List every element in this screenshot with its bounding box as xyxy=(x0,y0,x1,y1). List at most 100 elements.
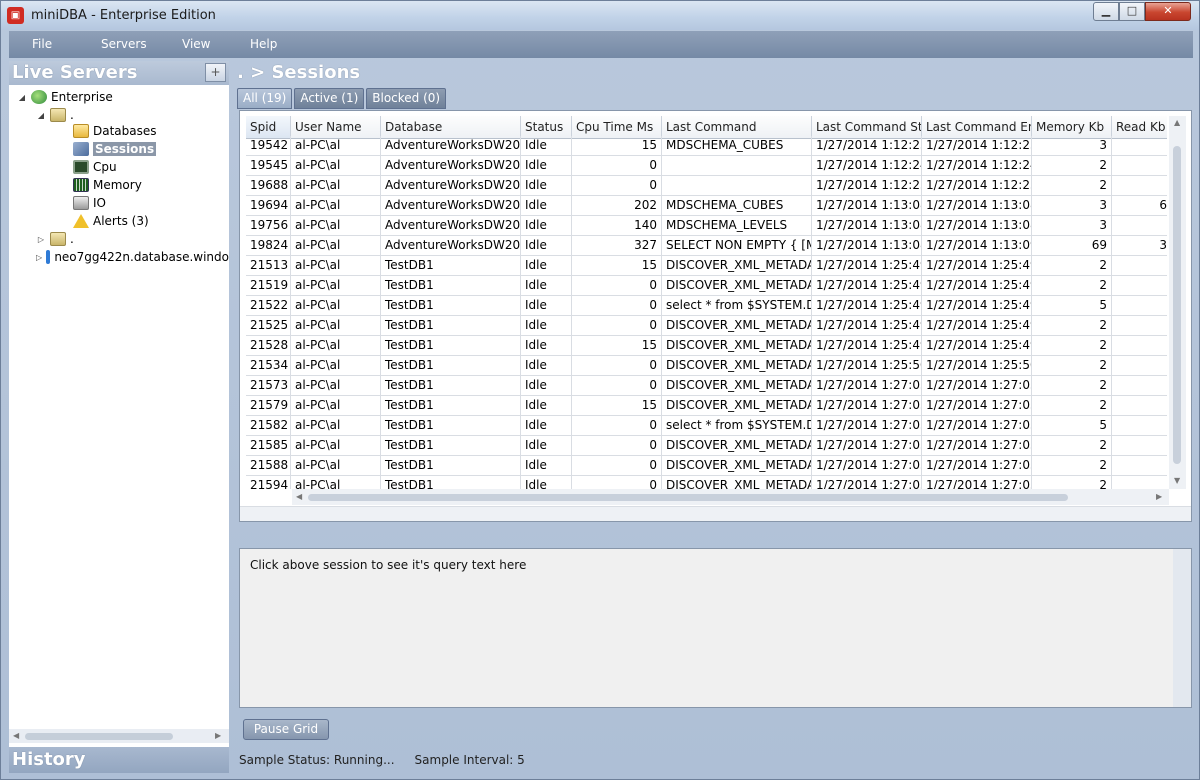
table-row[interactable]: 19688 al-PC\al AdventureWorksDW2008 Idle 0 1/… xyxy=(246,176,1167,196)
cell-cpu: 0 xyxy=(572,376,662,396)
table-row[interactable]: 19694 al-PC\al AdventureWorksDW2008 Idle 202… xyxy=(246,196,1167,216)
table-row[interactable]: 21525 al-PC\al TestDB1 Idle 0 DISCOVER_XML_ME… xyxy=(246,316,1167,336)
table-row[interactable]: 21519 al-PC\al TestDB1 Idle 0 DISCOVER_XML_ME… xyxy=(246,276,1167,296)
tree-item-databases[interactable]: Databases xyxy=(59,122,157,140)
cell-read xyxy=(1112,316,1167,336)
cell-spid: 19545 xyxy=(246,156,291,176)
cell-memory: 3 xyxy=(1032,136,1112,156)
tree-horizontal-scrollbar[interactable]: ◀ ▶ xyxy=(9,729,229,743)
expand-icon[interactable]: ◢ xyxy=(17,93,27,102)
table-row[interactable]: 19824 al-PC\al AdventureWorksDW2008 Idle 327… xyxy=(246,236,1167,256)
scroll-left-icon[interactable]: ◀ xyxy=(296,492,302,501)
cell-last-start: 1/27/2014 1:12:24 P xyxy=(812,156,922,176)
cell-status: Idle xyxy=(521,296,572,316)
tree-item-memory[interactable]: Memory xyxy=(59,176,142,194)
scrollbar-thumb[interactable] xyxy=(308,494,1068,501)
table-row[interactable]: 19545 al-PC\al AdventureWorksDW2008 Idle 0 1/… xyxy=(246,156,1167,176)
menu-servers[interactable]: Servers xyxy=(101,37,147,51)
scrollbar-thumb[interactable] xyxy=(25,733,173,740)
table-row[interactable]: 21594 al-PC\al TestDB1 Idle 0 DISCOVER_XML_ME… xyxy=(246,476,1167,489)
cell-last-end: 1/27/2014 1:27:05 P xyxy=(922,456,1032,476)
scroll-right-icon[interactable]: ▶ xyxy=(215,731,221,740)
collapse-icon[interactable]: ▷ xyxy=(36,253,42,262)
tree-item-enterprise[interactable]: ◢ Enterprise xyxy=(17,88,113,106)
tree-item-io[interactable]: IO xyxy=(59,194,106,212)
cell-status: Idle xyxy=(521,136,572,156)
sample-status: Sample Status: Running... xyxy=(239,753,395,767)
cell-spid: 21579 xyxy=(246,396,291,416)
cell-cpu: 0 xyxy=(572,176,662,196)
cell-database: TestDB1 xyxy=(381,356,521,376)
cell-last-end: 1/27/2014 1:25:49 P xyxy=(922,336,1032,356)
cell-spid: 21513 xyxy=(246,256,291,276)
cell-user: al-PC\al xyxy=(291,436,381,456)
table-row[interactable]: 21585 al-PC\al TestDB1 Idle 0 DISCOVER_XML_ME… xyxy=(246,436,1167,456)
cell-last-command xyxy=(662,176,812,196)
cell-user: al-PC\al xyxy=(291,356,381,376)
table-row[interactable]: 21528 al-PC\al TestDB1 Idle 15 DISCOVER_XML_M… xyxy=(246,336,1167,356)
table-row[interactable]: 19542 al-PC\al AdventureWorksDW2008 Idle 15 M… xyxy=(246,136,1167,156)
tree-item-label: Memory xyxy=(93,178,142,192)
menu-file[interactable]: File xyxy=(32,37,52,51)
tree-item-azure-server[interactable]: ▷ neo7gg422n.database.windo xyxy=(36,248,229,266)
menu-help[interactable]: Help xyxy=(250,37,277,51)
cell-last-start: 1/27/2014 1:13:08 P xyxy=(812,216,922,236)
table-row[interactable]: 21588 al-PC\al TestDB1 Idle 0 DISCOVER_XML_ME… xyxy=(246,456,1167,476)
table-row[interactable]: 21573 al-PC\al TestDB1 Idle 0 DISCOVER_XML_ME… xyxy=(246,376,1167,396)
cell-cpu: 15 xyxy=(572,396,662,416)
scroll-up-icon[interactable]: ▲ xyxy=(1174,118,1180,127)
tree-item-sessions[interactable]: Sessions xyxy=(59,140,157,158)
scroll-left-icon[interactable]: ◀ xyxy=(13,731,19,740)
cell-read xyxy=(1112,216,1167,236)
add-server-button[interactable]: + xyxy=(205,63,226,82)
cell-user: al-PC\al xyxy=(291,276,381,296)
collapse-icon[interactable]: ▷ xyxy=(36,235,46,244)
cell-last-end: 1/27/2014 1:27:05 P xyxy=(922,476,1032,489)
table-row[interactable]: 21579 al-PC\al TestDB1 Idle 15 DISCOVER_XML_M… xyxy=(246,396,1167,416)
menu-view[interactable]: View xyxy=(182,37,210,51)
expand-icon[interactable]: ◢ xyxy=(36,111,46,120)
cell-last-command: MDSCHEMA_CUBES xyxy=(662,196,812,216)
cell-last-end: 1/27/2014 1:13:08 P xyxy=(922,196,1032,216)
cpu-icon xyxy=(73,160,89,174)
cell-memory: 2 xyxy=(1032,256,1112,276)
maximize-button[interactable]: □ xyxy=(1119,2,1145,21)
minidba-logo-icon: ▣ xyxy=(7,7,24,24)
query-vertical-scrollbar[interactable] xyxy=(1173,549,1191,707)
scrollbar-thumb[interactable] xyxy=(1173,146,1181,464)
cell-last-command: DISCOVER_XML_METADAT. xyxy=(662,436,812,456)
cell-cpu: 0 xyxy=(572,276,662,296)
table-row[interactable]: 21582 al-PC\al TestDB1 Idle 0 select * from $… xyxy=(246,416,1167,436)
cell-status: Idle xyxy=(521,256,572,276)
table-row[interactable]: 21522 al-PC\al TestDB1 Idle 0 select * from $… xyxy=(246,296,1167,316)
grid-body: 19542 al-PC\al AdventureWorksDW2008 Idle 15 M… xyxy=(246,136,1167,489)
sessions-grid[interactable]: Spid User Name Database Status Cpu Time … xyxy=(246,116,1167,489)
tab-active[interactable]: Active (1) xyxy=(294,88,365,109)
query-text-panel[interactable]: Click above session to see it's query te… xyxy=(239,548,1192,708)
tab-blocked[interactable]: Blocked (0) xyxy=(366,88,447,109)
pause-grid-button[interactable]: Pause Grid xyxy=(243,719,329,740)
tab-all[interactable]: All (19) xyxy=(237,88,293,109)
cell-user: al-PC\al xyxy=(291,396,381,416)
grid-vertical-scrollbar[interactable]: ▲ ▼ xyxy=(1169,116,1186,489)
table-row[interactable]: 21513 al-PC\al TestDB1 Idle 15 DISCOVER_XML_M… xyxy=(246,256,1167,276)
tree-item-cpu[interactable]: Cpu xyxy=(59,158,117,176)
table-row[interactable]: 21534 al-PC\al TestDB1 Idle 0 DISCOVER_XML_ME… xyxy=(246,356,1167,376)
live-servers-pane: Live Servers + ◢ Enterprise ◢ . Database… xyxy=(9,61,229,773)
cell-last-start: 1/27/2014 1:12:25 P xyxy=(812,136,922,156)
cell-user: al-PC\al xyxy=(291,136,381,156)
table-row[interactable]: 19756 al-PC\al AdventureWorksDW2008 Idle 140… xyxy=(246,216,1167,236)
cell-spid: 19542 xyxy=(246,136,291,156)
cell-database: TestDB1 xyxy=(381,296,521,316)
grid-horizontal-scrollbar[interactable]: ◀ ▶ xyxy=(292,489,1169,505)
scroll-down-icon[interactable]: ▼ xyxy=(1174,476,1180,485)
scroll-right-icon[interactable]: ▶ xyxy=(1156,492,1162,501)
minimize-button[interactable]: ▁ xyxy=(1093,2,1119,21)
tree-item-server-2[interactable]: ▷ . xyxy=(36,230,74,248)
cell-cpu: 0 xyxy=(572,316,662,336)
tree-item-label: IO xyxy=(93,196,106,210)
close-button[interactable]: ✕ xyxy=(1145,2,1191,21)
tree-item-alerts[interactable]: Alerts (3) xyxy=(59,212,149,230)
session-tabs: All (19) Active (1) Blocked (0) xyxy=(237,88,447,110)
history-panel-header[interactable]: History xyxy=(9,747,229,773)
